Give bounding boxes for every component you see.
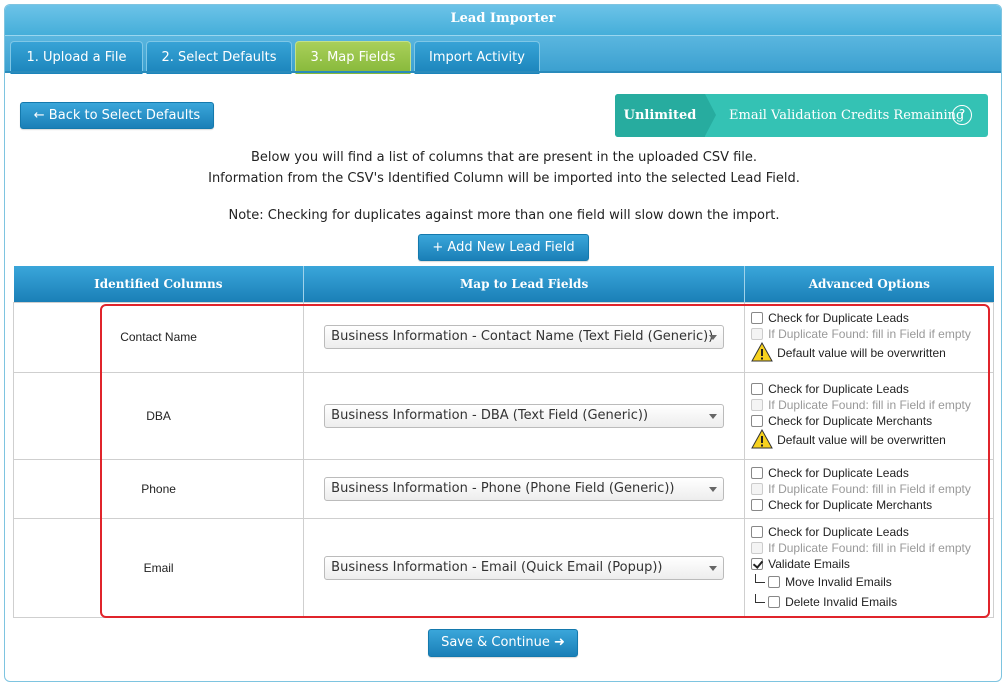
option-check-duplicate-leads[interactable]: Check for Duplicate Leads — [751, 310, 993, 326]
identified-column-phone: Phone — [12, 458, 305, 519]
duplicate-note: Note: Checking for duplicates against mo… — [228, 208, 780, 223]
warning-icon — [751, 428, 773, 448]
chevron-down-icon — [709, 486, 718, 492]
advanced-options-dba: Check for Duplicate Leads If Duplicate F… — [744, 371, 994, 460]
checkbox[interactable] — [751, 498, 764, 511]
identified-column-contact-name: Contact Name — [12, 301, 305, 373]
identified-column-email: Email — [12, 517, 305, 618]
credits-arrow — [705, 94, 716, 136]
credits-value: Unlimited — [615, 94, 705, 137]
tree-connector-icon — [755, 573, 766, 583]
option-validate-emails[interactable]: Validate Emails — [751, 556, 993, 572]
checkbox-checked[interactable] — [751, 557, 764, 570]
credits-label: Email Validation Credits Remaining — [729, 108, 965, 123]
option-move-invalid-emails[interactable]: Move Invalid Emails — [751, 572, 993, 592]
tab-select-defaults[interactable]: 2. Select Defaults — [146, 41, 292, 74]
checkbox[interactable] — [751, 414, 764, 427]
tree-connector-icon — [755, 593, 766, 603]
checkbox — [751, 482, 764, 495]
select-value: Business Information - Contact Name (Tex… — [331, 329, 714, 344]
checkbox[interactable] — [768, 595, 781, 608]
option-check-duplicate-leads[interactable]: Check for Duplicate Leads — [751, 465, 993, 481]
checkbox[interactable] — [751, 312, 764, 324]
checkbox — [751, 398, 764, 411]
header-identified-columns: Identified Columns — [13, 266, 305, 302]
tab-map-fields[interactable]: 3. Map Fields — [295, 41, 411, 74]
header-map-to-lead-fields: Map to Lead Fields — [303, 266, 746, 302]
checkbox[interactable] — [751, 382, 764, 395]
lead-field-select-phone[interactable]: Business Information - Phone (Phone Fiel… — [324, 476, 725, 501]
help-icon[interactable]: ? — [952, 105, 972, 125]
checkbox[interactable] — [768, 575, 781, 588]
tab-strip: 1. Upload a File 2. Select Defaults 3. M… — [5, 35, 1001, 74]
advanced-options-contact-name: Check for Duplicate Leads If Duplicate F… — [744, 301, 994, 373]
option-fill-if-empty: If Duplicate Found: fill in Field if emp… — [751, 326, 993, 342]
option-fill-if-empty: If Duplicate Found: fill in Field if emp… — [751, 481, 993, 497]
chevron-down-icon — [709, 565, 718, 571]
window-title: Lead Importer — [5, 5, 1001, 35]
overwrite-warning: Default value will be overwritten — [751, 428, 993, 451]
email-validation-credits-badge: Unlimited Email Validation Credits Remai… — [615, 94, 988, 137]
checkbox — [751, 541, 764, 554]
info-line-1: Below you will find a list of columns th… — [250, 150, 758, 165]
identified-column-dba: DBA — [12, 371, 305, 460]
tab-upload-file[interactable]: 1. Upload a File — [10, 41, 143, 74]
table-row: Contact Name Business Information - Cont… — [12, 301, 994, 373]
add-new-lead-field-button[interactable]: + Add New Lead Field — [418, 234, 589, 261]
select-value: Business Information - Phone (Phone Fiel… — [331, 480, 675, 496]
option-check-duplicate-merchants[interactable]: Check for Duplicate Merchants — [751, 497, 993, 513]
option-check-duplicate-leads[interactable]: Check for Duplicate Leads — [751, 381, 993, 397]
table-row: Phone Business Information - Phone (Phon… — [12, 458, 994, 519]
chevron-down-icon — [709, 413, 718, 419]
option-delete-invalid-emails[interactable]: Delete Invalid Emails — [751, 592, 993, 612]
warning-icon — [751, 342, 773, 362]
chevron-down-icon — [709, 335, 718, 340]
select-value: Business Information - Email (Quick Emai… — [331, 559, 663, 575]
table-row: DBA Business Information - DBA (Text Fie… — [12, 371, 994, 460]
advanced-options-phone: Check for Duplicate Leads If Duplicate F… — [744, 458, 994, 519]
advanced-options-email: Check for Duplicate Leads If Duplicate F… — [744, 517, 994, 618]
back-to-select-defaults-button[interactable]: ← Back to Select Defaults — [20, 102, 214, 129]
checkbox — [751, 328, 764, 340]
lead-field-select-contact-name[interactable]: Business Information - Contact Name (Tex… — [324, 325, 725, 349]
info-line-2: Information from the CSV's Identified Co… — [208, 171, 800, 186]
save-and-continue-button[interactable]: Save & Continue ➜ — [428, 629, 578, 657]
checkbox[interactable] — [751, 466, 764, 479]
select-value: Business Information - DBA (Text Field (… — [331, 407, 649, 423]
table-row: Email Business Information - Email (Quic… — [12, 517, 994, 618]
option-check-duplicate-leads[interactable]: Check for Duplicate Leads — [751, 524, 993, 540]
checkbox[interactable] — [751, 525, 764, 538]
overwrite-warning: Default value will be overwritten — [751, 342, 993, 364]
lead-importer-window: Lead Importer 1. Upload a File 2. Select… — [4, 4, 1002, 682]
option-fill-if-empty: If Duplicate Found: fill in Field if emp… — [751, 397, 993, 413]
option-fill-if-empty: If Duplicate Found: fill in Field if emp… — [751, 540, 993, 556]
header-advanced-options: Advanced Options — [744, 266, 994, 302]
lead-field-select-dba[interactable]: Business Information - DBA (Text Field (… — [324, 403, 725, 428]
tab-import-activity[interactable]: Import Activity — [414, 41, 540, 74]
lead-field-select-email[interactable]: Business Information - Email (Quick Emai… — [324, 555, 725, 580]
option-check-duplicate-merchants[interactable]: Check for Duplicate Merchants — [751, 413, 993, 429]
field-mapping-table: Identified Columns Map to Lead Fields Ad… — [12, 266, 994, 618]
